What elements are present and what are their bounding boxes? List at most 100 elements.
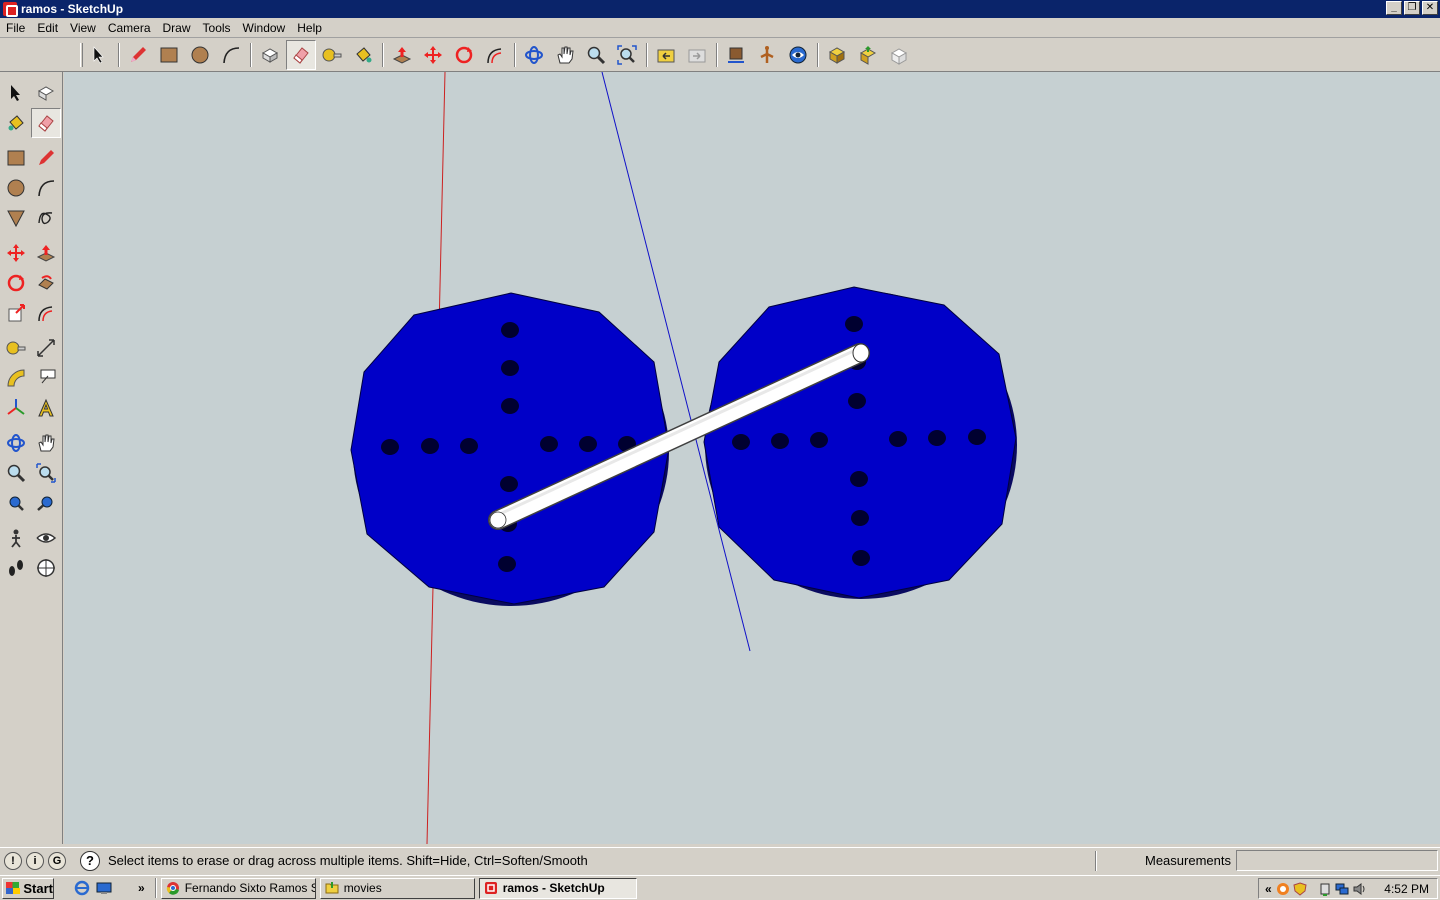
tool-orbit-button[interactable]	[1, 428, 31, 458]
dimension-icon	[37, 339, 55, 357]
tool-text-button[interactable]	[31, 363, 61, 393]
toolbar-walk-button[interactable]	[752, 40, 782, 70]
toolbar-tape-measure-button[interactable]	[317, 40, 347, 70]
right-disc[interactable]	[703, 286, 1017, 599]
tool-eraser-button[interactable]	[31, 108, 61, 138]
tool-pan-button[interactable]	[31, 428, 61, 458]
measurements-input[interactable]	[1236, 850, 1438, 871]
tool-polygon-button[interactable]	[1, 203, 31, 233]
tool-zoom-extents-button[interactable]	[1, 488, 31, 518]
toolbar-grip[interactable]	[80, 43, 83, 67]
toolbar-share-component-button[interactable]	[884, 40, 914, 70]
tool-protractor-button[interactable]	[1, 363, 31, 393]
tool-select-button[interactable]	[1, 78, 31, 108]
tool-paint-bucket-button[interactable]	[1, 108, 31, 138]
tool-make-component-button[interactable]	[31, 78, 61, 108]
tool-rectangle-button[interactable]	[1, 143, 31, 173]
menu-edit[interactable]: Edit	[31, 21, 64, 35]
tool-3d-text-button[interactable]	[31, 393, 61, 423]
instructor-help-icon[interactable]: ?	[80, 850, 100, 871]
start-button[interactable]: Start	[2, 877, 54, 899]
toolbar-paint-bucket-button[interactable]	[348, 40, 378, 70]
avast-icon[interactable]	[1276, 882, 1290, 896]
tool-previous-button[interactable]	[31, 488, 61, 518]
tool-section-plane-button[interactable]	[31, 553, 61, 583]
left-disc[interactable]	[350, 292, 670, 606]
menu-help[interactable]: Help	[291, 21, 328, 35]
tool-arc-button[interactable]	[31, 173, 61, 203]
tool-zoom-window-button[interactable]	[31, 458, 61, 488]
network-icon[interactable]	[1335, 882, 1349, 896]
menu-camera[interactable]: Camera	[102, 21, 157, 35]
task-movies-folder[interactable]: movies	[319, 877, 475, 899]
tool-look-around-button[interactable]	[31, 523, 61, 553]
tool-zoom-button[interactable]	[1, 458, 31, 488]
tool-dimension-button[interactable]	[31, 333, 61, 363]
toolbar-move-button[interactable]	[418, 40, 448, 70]
tool-move-button[interactable]	[1, 238, 31, 268]
internet-explorer-icon[interactable]	[74, 880, 90, 896]
tool-follow-me-button[interactable]	[31, 268, 61, 298]
toolbar-zoom-button[interactable]	[581, 40, 611, 70]
tray-expand-arrow[interactable]: «	[1265, 882, 1272, 896]
toolbar-make-component-button[interactable]	[255, 40, 285, 70]
toolbar-select-button[interactable]	[84, 40, 114, 70]
toolbar-push-pull-button[interactable]	[387, 40, 417, 70]
toolbar-pencil-button[interactable]	[123, 40, 153, 70]
tool-freehand-button[interactable]	[31, 203, 61, 233]
tool-circle-button[interactable]	[1, 173, 31, 203]
close-button[interactable]: ✕	[1422, 1, 1438, 15]
toolbar-rectangle-button[interactable]	[154, 40, 184, 70]
minimize-button[interactable]: _	[1386, 1, 1402, 15]
toolbar-eraser-button[interactable]	[286, 39, 316, 70]
tool-rotate-button[interactable]	[1, 268, 31, 298]
toolbar-offset-button[interactable]	[480, 40, 510, 70]
quick-launch-overflow[interactable]: »	[138, 881, 145, 895]
toolbar-pan-button[interactable]	[550, 40, 580, 70]
status-bar: ! i G ? Select items to erase or drag ac…	[0, 847, 1440, 873]
toolbar-previous-view-button[interactable]	[651, 40, 681, 70]
volume-icon[interactable]	[1352, 882, 1366, 896]
safely-remove-hardware-icon[interactable]	[1318, 882, 1332, 896]
share-model-icon	[859, 45, 877, 65]
task-chrome[interactable]: Fernando Sixto Ramos S...	[160, 877, 316, 899]
show-desktop-icon[interactable]	[96, 880, 112, 896]
toolbar-next-view-button[interactable]	[682, 40, 712, 70]
move-icon	[7, 244, 25, 262]
user-account-icon[interactable]: G	[48, 851, 66, 870]
model-viewport[interactable]	[64, 72, 1440, 844]
security-shield-icon[interactable]	[1293, 881, 1307, 896]
toolbar-rotate-button[interactable]	[449, 40, 479, 70]
toolbar-look-around-button[interactable]	[783, 40, 813, 70]
toolbar-orbit-button[interactable]	[519, 40, 549, 70]
tool-tape-measure-button[interactable]	[1, 333, 31, 363]
toolbar-arc-button[interactable]	[216, 40, 246, 70]
viewport-canvas[interactable]	[64, 72, 1440, 844]
tool-scale-button[interactable]	[1, 298, 31, 328]
polygon-icon	[7, 210, 25, 228]
tool-walk-button[interactable]	[1, 553, 31, 583]
tool-offset-button[interactable]	[31, 298, 61, 328]
toolbar-share-model-button[interactable]	[853, 40, 883, 70]
tool-position-camera-button[interactable]	[1, 523, 31, 553]
menu-file[interactable]: File	[0, 21, 31, 35]
geo-location-icon[interactable]: !	[4, 851, 22, 870]
windows-logo-icon	[6, 882, 21, 894]
toolbar-zoom-extents-button[interactable]	[612, 40, 642, 70]
toolbar-get-models-button[interactable]	[822, 40, 852, 70]
tool-line-button[interactable]	[31, 143, 61, 173]
restore-button[interactable]: ❐	[1404, 1, 1420, 15]
toolbar-separator	[716, 42, 718, 67]
tool-axes-button[interactable]	[1, 393, 31, 423]
credits-icon[interactable]: i	[26, 851, 44, 870]
menu-tools[interactable]: Tools	[197, 21, 237, 35]
toolbar-position-camera-button[interactable]	[721, 40, 751, 70]
menu-window[interactable]: Window	[237, 21, 292, 35]
toolbar-circle-button[interactable]	[185, 40, 215, 70]
task-sketchup[interactable]: ramos - SketchUp	[478, 877, 637, 899]
tool-push-pull-button[interactable]	[31, 238, 61, 268]
clock[interactable]: 4:52 PM	[1384, 882, 1429, 896]
menu-view[interactable]: View	[64, 21, 102, 35]
menu-draw[interactable]: Draw	[157, 21, 197, 35]
push-pull-icon	[36, 245, 56, 262]
